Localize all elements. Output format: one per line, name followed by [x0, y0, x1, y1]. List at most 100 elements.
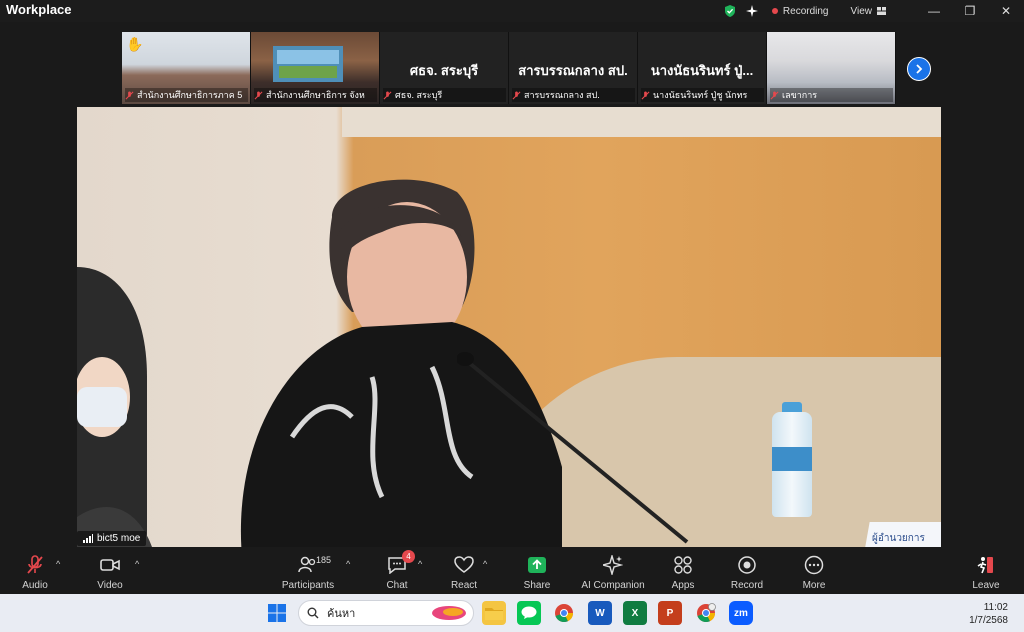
- recording-dot-icon: [771, 8, 778, 14]
- clock-time: 11:02: [983, 602, 1008, 613]
- participant-display-name: ศธจ. สระบุรี: [409, 63, 479, 78]
- participant-name: นางนัธนรินทร์ ปู่ชู นักทร: [653, 90, 748, 100]
- clock-date: 1/7/2568: [969, 615, 1008, 626]
- mic-muted-icon: [641, 90, 650, 99]
- speaker-name: bict5 moe: [97, 533, 141, 544]
- mic-muted-icon: [383, 90, 392, 99]
- react-button[interactable]: React: [451, 547, 477, 594]
- participants-label: Participants: [281, 580, 335, 591]
- react-options-caret-icon[interactable]: ^: [483, 559, 487, 569]
- chat-options-caret-icon[interactable]: ^: [418, 559, 422, 569]
- grid-icon: [877, 7, 886, 15]
- participant-name: สารบรรณกลาง สป.: [524, 90, 600, 100]
- audio-options-caret-icon[interactable]: ^: [56, 559, 60, 569]
- audio-button[interactable]: Audio: [20, 547, 50, 594]
- mic-muted-icon: [770, 90, 779, 99]
- participant-name: เลขาการ: [782, 90, 818, 100]
- ai-companion-label: AI Companion: [581, 580, 645, 591]
- share-screen-icon: [528, 557, 546, 573]
- mic-muted-icon: [125, 90, 134, 99]
- video-label: Video: [97, 580, 123, 591]
- record-button[interactable]: Record: [731, 547, 763, 594]
- meeting-toolbar: Audio ^ Video ^ 185 Participants ^ 4 Cha…: [0, 547, 1024, 594]
- chrome-profile-icon[interactable]: [694, 601, 718, 625]
- line-app-icon[interactable]: [517, 601, 541, 625]
- search-highlight-icon: [432, 606, 466, 620]
- active-speaker-video: ผู้อำนวยการ: [77, 107, 941, 547]
- presentation-screen: [273, 46, 343, 82]
- video-left-person: [77, 267, 152, 547]
- chat-label: Chat: [386, 580, 408, 591]
- view-button[interactable]: View: [850, 5, 886, 17]
- chat-unread-badge: 4: [402, 550, 415, 563]
- participants-icon: [298, 556, 316, 573]
- more-button[interactable]: More: [799, 547, 829, 594]
- leave-label: Leave: [972, 580, 1000, 591]
- share-button[interactable]: Share: [522, 547, 552, 594]
- mic-muted-icon: [27, 555, 43, 574]
- chevron-right-icon: [916, 64, 923, 74]
- shield-check-icon[interactable]: [724, 5, 736, 17]
- audio-label: Audio: [22, 580, 48, 591]
- chrome-icon[interactable]: [552, 601, 576, 625]
- participant-name: สำนักงานศึกษาธิการ จังห: [266, 90, 365, 100]
- zoom-app-icon[interactable]: zm: [729, 601, 753, 625]
- participant-display-name: นางนัธนรินทร์ ปู่...: [650, 63, 754, 78]
- participant-name: สำนักงานศึกษาธิการภาค 5: [137, 90, 243, 100]
- ai-companion-button[interactable]: AI Companion: [581, 547, 645, 594]
- view-label: View: [850, 5, 873, 17]
- video-wall: [342, 107, 941, 137]
- windows-start-icon[interactable]: [265, 601, 289, 625]
- share-label: Share: [523, 580, 551, 591]
- participant-name: ศธจ. สระบุรี: [395, 90, 443, 100]
- participant-thumbnail[interactable]: สำนักงานศึกษาธิการ จังห: [251, 32, 380, 104]
- video-button[interactable]: Video: [95, 547, 125, 594]
- next-page-button[interactable]: [907, 57, 931, 81]
- ai-sparkle-icon[interactable]: [745, 5, 758, 17]
- more-label: More: [802, 580, 826, 591]
- apps-label: Apps: [671, 580, 695, 591]
- windows-taskbar: ค้นหา W X P zm 11:02 1/7/2568: [0, 594, 1024, 632]
- video-name-sign-text: ผู้อำนวยการ: [872, 533, 925, 544]
- video-microphone: [457, 352, 689, 544]
- file-explorer-icon[interactable]: [482, 601, 506, 625]
- participant-thumbnail[interactable]: เลขาการ: [767, 32, 896, 104]
- app-title: Workplace: [6, 2, 72, 17]
- excel-icon[interactable]: X: [623, 601, 647, 625]
- heart-icon: [454, 556, 474, 573]
- speaker-name-tag: bict5 moe: [77, 531, 147, 546]
- mic-muted-icon: [512, 90, 521, 99]
- close-icon[interactable]: ✕: [988, 4, 1024, 18]
- mic-muted-icon: [254, 90, 263, 99]
- signal-strength-icon: [83, 534, 93, 543]
- powerpoint-icon[interactable]: P: [658, 601, 682, 625]
- react-label: React: [450, 580, 478, 591]
- taskbar-search-input[interactable]: ค้นหา: [298, 600, 474, 626]
- participant-thumbnail[interactable]: สารบรรณกลาง สป. สารบรรณกลาง สป.: [509, 32, 638, 104]
- video-options-caret-icon[interactable]: ^: [135, 559, 139, 569]
- participant-thumbnail[interactable]: นางนัธนรินทร์ ปู่... นางนัธนรินทร์ ปู่ชู…: [638, 32, 767, 104]
- more-icon: [804, 555, 824, 575]
- chat-button[interactable]: 4 Chat: [384, 547, 415, 594]
- record-label: Record: [730, 580, 764, 591]
- apps-icon: [674, 556, 692, 574]
- search-icon: [307, 607, 319, 619]
- participant-thumbnail-strip: ✋ สำนักงานศึกษาธิการภาค 5 สำนักงานศึกษาธ…: [122, 32, 896, 104]
- participant-thumbnail[interactable]: ศธจ. สระบุรี ศธจ. สระบุรี: [380, 32, 509, 104]
- participants-count: 185: [316, 555, 332, 565]
- video-bottle-label: [772, 447, 812, 471]
- video-camera-icon: [100, 559, 120, 571]
- leave-button[interactable]: Leave: [972, 547, 1000, 594]
- participant-thumbnail[interactable]: ✋ สำนักงานศึกษาธิการภาค 5: [122, 32, 251, 104]
- restore-icon[interactable]: ❐: [952, 4, 988, 18]
- word-icon[interactable]: W: [588, 601, 612, 625]
- record-icon: [738, 556, 756, 574]
- minimize-icon[interactable]: —: [916, 4, 952, 18]
- taskbar-clock[interactable]: 11:02 1/7/2568: [969, 601, 1008, 627]
- recording-indicator[interactable]: Recording: [771, 5, 829, 17]
- participants-options-caret-icon[interactable]: ^: [346, 559, 350, 569]
- participants-button[interactable]: 185 Participants: [282, 547, 334, 594]
- ai-companion-sparkle-icon: [603, 555, 623, 575]
- recording-label: Recording: [782, 5, 829, 17]
- apps-button[interactable]: Apps: [669, 547, 697, 594]
